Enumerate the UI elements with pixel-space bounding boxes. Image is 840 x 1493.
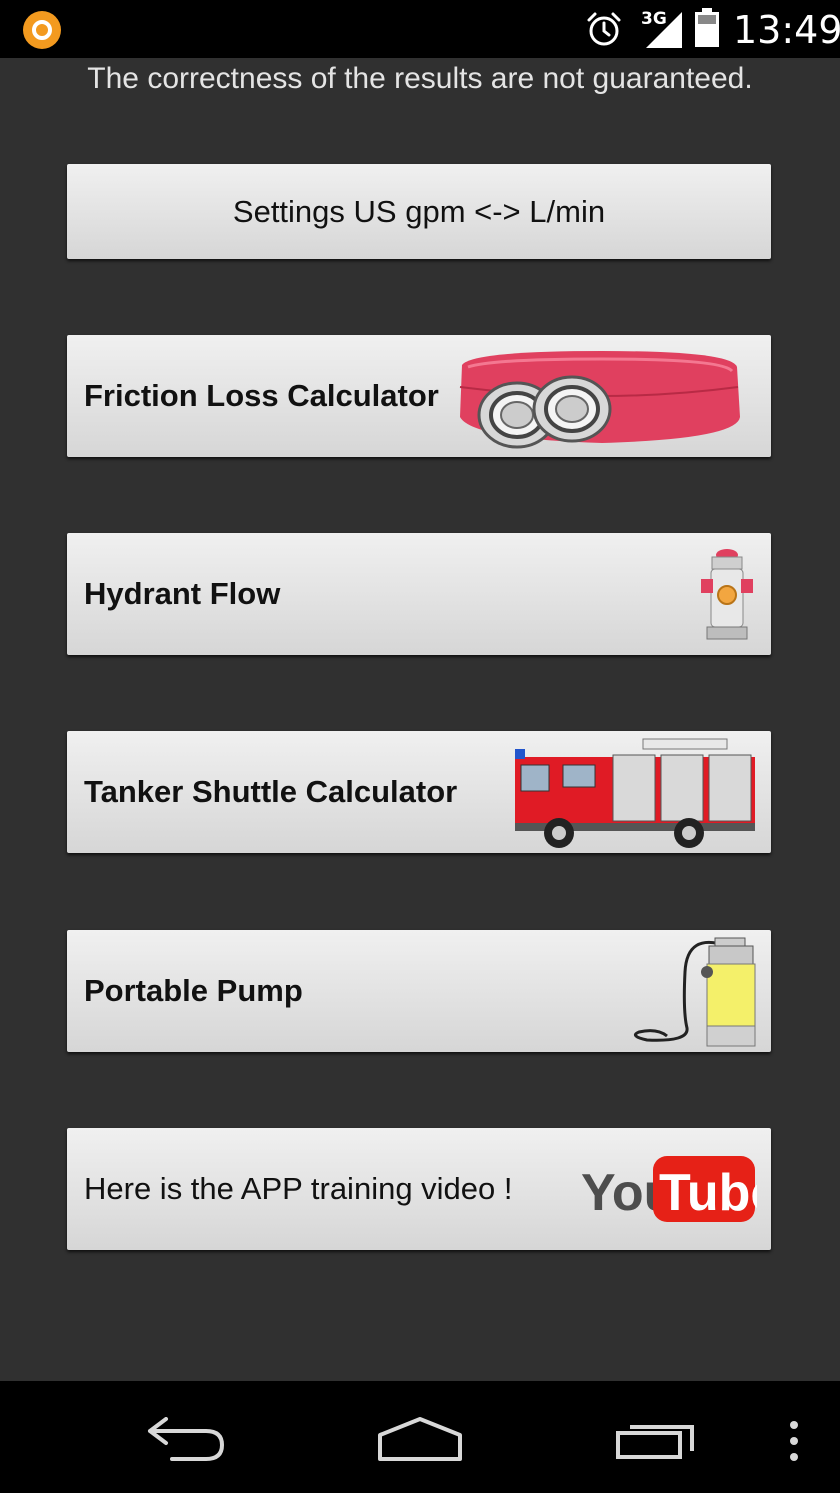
app-notification-icon <box>23 11 61 49</box>
hydrant-flow-button[interactable]: Hydrant Flow <box>67 533 771 655</box>
fire-hydrant-icon <box>701 549 753 640</box>
battery-icon <box>695 8 719 47</box>
fire-hose-icon <box>459 351 740 449</box>
portable-pump-label: Portable Pump <box>84 973 303 1008</box>
navigation-bar <box>0 1381 840 1493</box>
settings-button-label: Settings US gpm <-> L/min <box>232 193 606 229</box>
back-icon[interactable] <box>146 1417 226 1461</box>
settings-button[interactable]: Settings US gpm <-> L/min <box>67 164 771 259</box>
hydrant-flow-label: Hydrant Flow <box>84 576 281 611</box>
tanker-shuttle-label: Tanker Shuttle Calculator <box>84 774 458 809</box>
status-bar: 3G 13:49 <box>0 0 840 58</box>
youtube-logo-tube: Tube <box>659 1164 757 1222</box>
fire-truck-icon <box>515 738 755 848</box>
alarm-clock-icon <box>587 12 621 46</box>
disclaimer-text: The correctness of the results are not g… <box>87 62 753 95</box>
portable-pump-button[interactable]: Portable Pump <box>67 930 771 1052</box>
training-video-label: Here is the APP training video ! <box>84 1171 513 1206</box>
friction-loss-label: Friction Loss Calculator <box>84 378 439 413</box>
tanker-shuttle-calculator-button[interactable]: Tanker Shuttle Calculator <box>67 731 771 853</box>
youtube-logo-icon: You Tube <box>581 1156 757 1222</box>
network-type-label: 3G <box>641 9 667 29</box>
friction-loss-calculator-button[interactable]: Friction Loss Calculator <box>67 335 771 457</box>
recent-apps-icon[interactable] <box>614 1419 698 1461</box>
overflow-menu-icon[interactable] <box>786 1419 802 1463</box>
home-icon[interactable] <box>376 1415 464 1463</box>
status-time: 13:49 <box>733 8 840 52</box>
training-video-button[interactable]: Here is the APP training video ! You Tub… <box>67 1128 771 1250</box>
portable-pump-icon <box>633 937 756 1047</box>
